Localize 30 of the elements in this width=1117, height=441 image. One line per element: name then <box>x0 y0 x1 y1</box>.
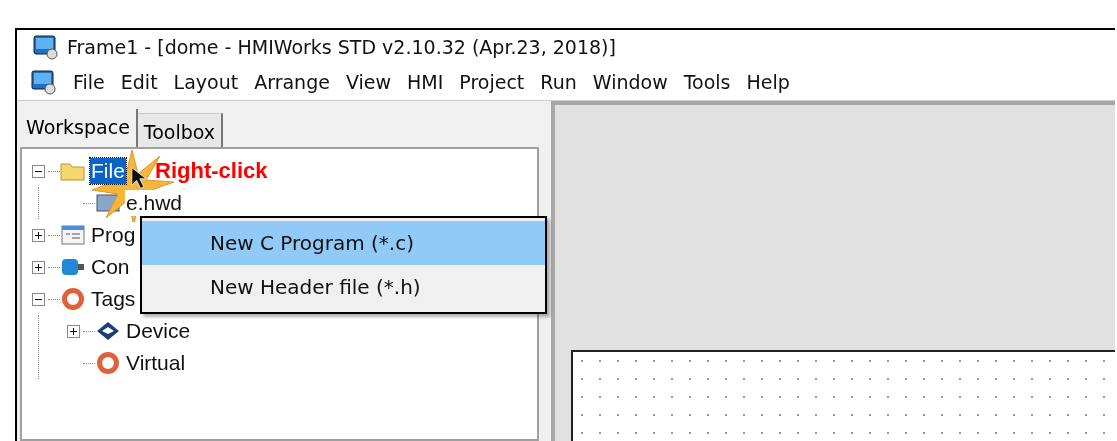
menu-item[interactable]: File <box>65 67 113 97</box>
menu-item[interactable]: Project <box>451 67 533 97</box>
menu-item[interactable]: Run <box>532 67 585 97</box>
collapse-toggle[interactable] <box>31 164 45 178</box>
menu-item[interactable]: Help <box>738 67 798 97</box>
expand-toggle[interactable] <box>31 228 45 242</box>
tree-item[interactable]: File <box>90 158 126 184</box>
tab[interactable]: Toolbox <box>137 113 224 147</box>
collapse-toggle[interactable] <box>31 292 45 306</box>
context-menu-item[interactable]: New C Program (*.c) <box>142 221 545 265</box>
expand-toggle[interactable] <box>31 260 45 274</box>
menu-item[interactable]: Window <box>584 67 676 97</box>
expand-toggle[interactable] <box>66 324 80 338</box>
menu-item[interactable]: Tools <box>675 67 739 97</box>
folder-icon <box>60 160 86 182</box>
context-menu-item[interactable]: New Header file (*.h) <box>142 265 545 309</box>
menu-item[interactable]: Layout <box>165 67 247 97</box>
app-menu-icon <box>31 69 57 95</box>
app-icon <box>33 34 59 60</box>
window-icon <box>60 223 86 247</box>
menu-item[interactable]: Arrange <box>246 67 338 97</box>
menu-item[interactable]: Edit <box>112 67 166 97</box>
annotation-label: Right-click <box>155 157 268 185</box>
cursor-icon <box>131 166 147 190</box>
device-icon <box>95 319 121 343</box>
menu-item[interactable]: View <box>337 67 399 97</box>
menu-item[interactable]: HMI <box>399 67 452 97</box>
tree-item[interactable]: Prog <box>90 222 137 248</box>
tree-item[interactable]: e.hwd <box>125 190 184 216</box>
window-title: Frame1 - [dome - HMIWorks STD v2.10.32 (Apr.23, 2018)] <box>67 34 616 60</box>
